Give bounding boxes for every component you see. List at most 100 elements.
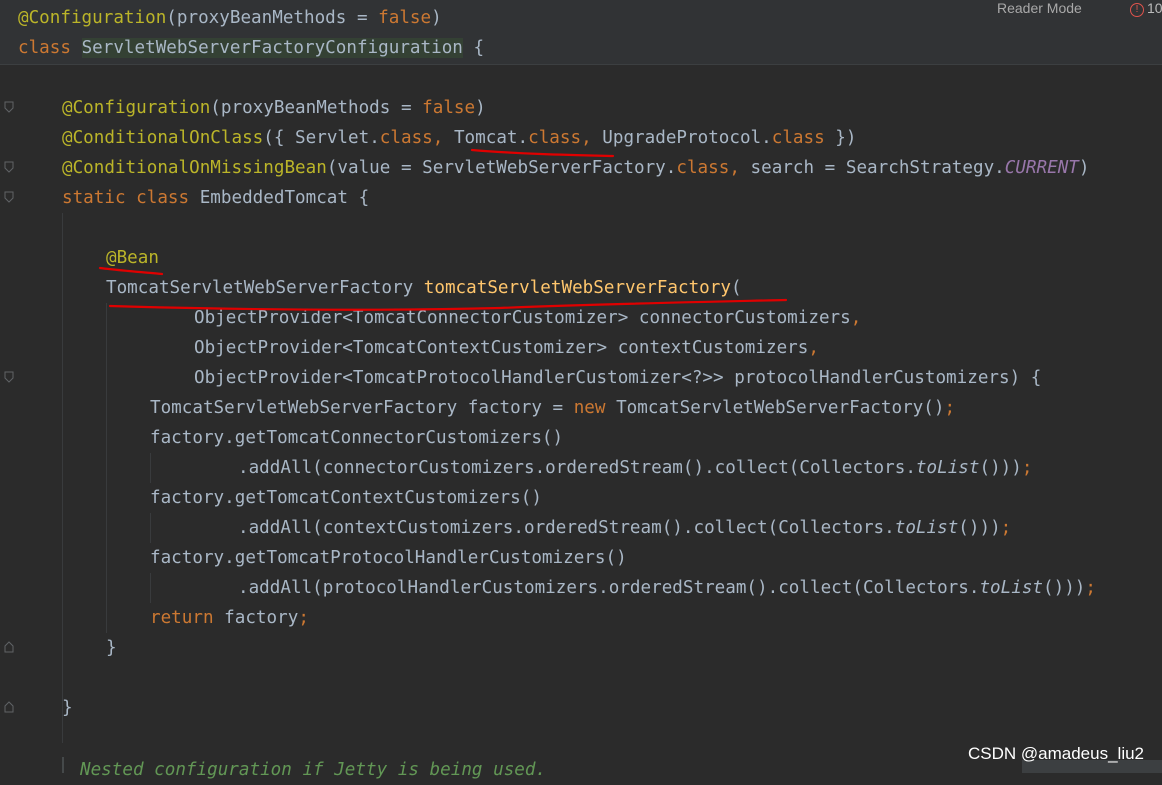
code-token: ()))	[979, 458, 1022, 478]
code-token: )	[431, 8, 442, 28]
code-line[interactable]: @Bean	[106, 243, 159, 273]
code-token: class	[379, 128, 433, 148]
code-token: ,	[850, 308, 862, 328]
code-line[interactable]: TomcatServletWebServerFactory factory = …	[150, 393, 955, 423]
code-token: ;	[1021, 458, 1033, 478]
code-token: )	[475, 98, 486, 118]
header-separator	[0, 64, 1162, 65]
fold-marker-icon[interactable]	[4, 191, 14, 203]
code-token: class	[676, 158, 730, 178]
code-line[interactable]: .addAll(connectorCustomizers.orderedStre…	[238, 453, 1032, 483]
code-token: Nested configuration if Jetty is being u…	[80, 760, 547, 780]
code-token: tomcatServletWebServerFactory	[423, 278, 731, 298]
fold-end-icon[interactable]	[4, 701, 14, 713]
code-token: )	[1078, 158, 1090, 178]
code-token: ;	[1000, 518, 1012, 538]
code-line[interactable]: factory.getTomcatProtocolHandlerCustomiz…	[150, 543, 627, 573]
indent-guide	[106, 303, 107, 633]
fold-marker-icon[interactable]	[4, 161, 14, 173]
indent-guide	[62, 213, 63, 743]
code-token: TomcatServletWebServerFactory	[106, 278, 424, 298]
code-line[interactable]: @Configuration(proxyBeanMethods = false)	[62, 93, 486, 123]
code-token: TomcatServletWebServerFactory factory =	[150, 398, 574, 418]
code-line[interactable]: factory.getTomcatConnectorCustomizers()	[150, 423, 563, 453]
fold-end-icon[interactable]	[4, 641, 14, 653]
code-line[interactable]: @Configuration(proxyBeanMethods = false)	[18, 3, 442, 33]
code-token: factory	[224, 608, 299, 628]
code-token: ObjectProvider<TomcatProtocolHandlerCust…	[194, 368, 1042, 388]
code-line[interactable]: ObjectProvider<TomcatConnectorCustomizer…	[194, 303, 861, 333]
code-token: (proxyBeanMethods =	[166, 8, 379, 28]
code-token: toList	[915, 458, 980, 478]
code-token: ()))	[1043, 578, 1086, 598]
code-token: toList	[894, 518, 959, 538]
code-token: .addAll(protocolHandlerCustomizers.order…	[238, 578, 980, 598]
code-token: false	[378, 8, 432, 28]
code-token: Tomcat.	[453, 128, 529, 148]
code-token: search = SearchStrategy.	[750, 158, 1005, 178]
code-token: ,	[581, 128, 603, 148]
code-token: ,	[729, 158, 751, 178]
code-line[interactable]: @ConditionalOnClass({ Servlet.class, Tom…	[62, 123, 857, 153]
code-token: ;	[944, 398, 956, 418]
code-line[interactable]: .addAll(protocolHandlerCustomizers.order…	[238, 573, 1096, 603]
code-line[interactable]: @ConditionalOnMissingBean(value = Servle…	[62, 153, 1090, 183]
code-line[interactable]: .addAll(contextCustomizers.orderedStream…	[238, 513, 1011, 543]
code-line[interactable]: TomcatServletWebServerFactory tomcatServ…	[106, 273, 742, 303]
fold-marker-icon[interactable]	[4, 101, 14, 113]
inspection-count: 10	[1147, 0, 1162, 16]
code-token: EmbeddedTomcat {	[199, 188, 370, 208]
code-token: ,	[808, 338, 819, 358]
reader-mode-button[interactable]: Reader Mode	[997, 0, 1082, 16]
code-token: CURRENT	[1004, 158, 1079, 178]
code-token: ServletWebServerFactoryConfiguration	[81, 38, 463, 58]
code-line[interactable]: ObjectProvider<TomcatContextCustomizer> …	[194, 333, 819, 363]
error-icon: !	[1130, 3, 1144, 17]
code-token: {	[462, 38, 485, 58]
code-line[interactable]: Nested configuration if Jetty is being u…	[80, 755, 546, 785]
code-token: class	[528, 128, 582, 148]
code-token: ObjectProvider<TomcatConnectorCustomizer…	[194, 308, 851, 328]
doc-comment-bar	[62, 757, 64, 773]
code-token: (	[730, 278, 742, 298]
code-token: @ConditionalOnClass	[62, 128, 264, 148]
code-token: toList	[979, 578, 1044, 598]
indent-guide	[150, 573, 151, 603]
csdn-watermark: CSDN @amadeus_liu2	[968, 744, 1145, 763]
code-line[interactable]: return factory;	[150, 603, 309, 633]
code-token: factory.getTomcatConnectorCustomizers()	[150, 428, 564, 448]
code-line[interactable]: }	[62, 693, 73, 723]
code-token: class	[18, 38, 82, 58]
code-token: UpgradeProtocol.	[602, 128, 772, 148]
code-editor[interactable]: @Configuration(proxyBeanMethods = false)…	[0, 0, 1162, 780]
code-line[interactable]: static class EmbeddedTomcat {	[62, 183, 369, 213]
code-token: factory.getTomcatContextCustomizers()	[150, 488, 542, 508]
code-token: class	[771, 128, 825, 148]
code-line[interactable]: class ServletWebServerFactoryConfigurati…	[18, 33, 484, 63]
code-token: })	[824, 128, 857, 148]
code-token: false	[422, 98, 476, 118]
code-token: }	[62, 698, 73, 718]
code-token: ObjectProvider<TomcatContextCustomizer> …	[194, 338, 809, 358]
code-line[interactable]: ObjectProvider<TomcatProtocolHandlerCust…	[194, 363, 1041, 393]
code-token: new	[573, 398, 617, 418]
indent-guide	[150, 453, 151, 483]
code-line[interactable]: }	[106, 633, 117, 663]
code-token: @ConditionalOnMissingBean	[62, 158, 327, 178]
code-token: .addAll(contextCustomizers.orderedStream…	[238, 518, 895, 538]
code-token: ;	[298, 608, 309, 628]
code-token: ;	[1085, 578, 1096, 598]
inspection-widget[interactable]: ! 10	[1130, 0, 1162, 17]
code-token: ({ Servlet.	[263, 128, 380, 148]
code-token: ()))	[958, 518, 1001, 538]
code-line[interactable]: factory.getTomcatContextCustomizers()	[150, 483, 542, 513]
fold-marker-icon[interactable]	[4, 371, 14, 383]
code-token: ,	[432, 128, 454, 148]
code-token: }	[106, 638, 117, 658]
code-token: @Configuration	[18, 8, 167, 28]
indent-guide	[150, 513, 151, 543]
code-token: .addAll(connectorCustomizers.orderedStre…	[238, 458, 916, 478]
code-token: @Bean	[106, 248, 159, 268]
code-token: (proxyBeanMethods =	[210, 98, 423, 118]
code-token: factory.getTomcatProtocolHandlerCustomiz…	[150, 548, 627, 568]
